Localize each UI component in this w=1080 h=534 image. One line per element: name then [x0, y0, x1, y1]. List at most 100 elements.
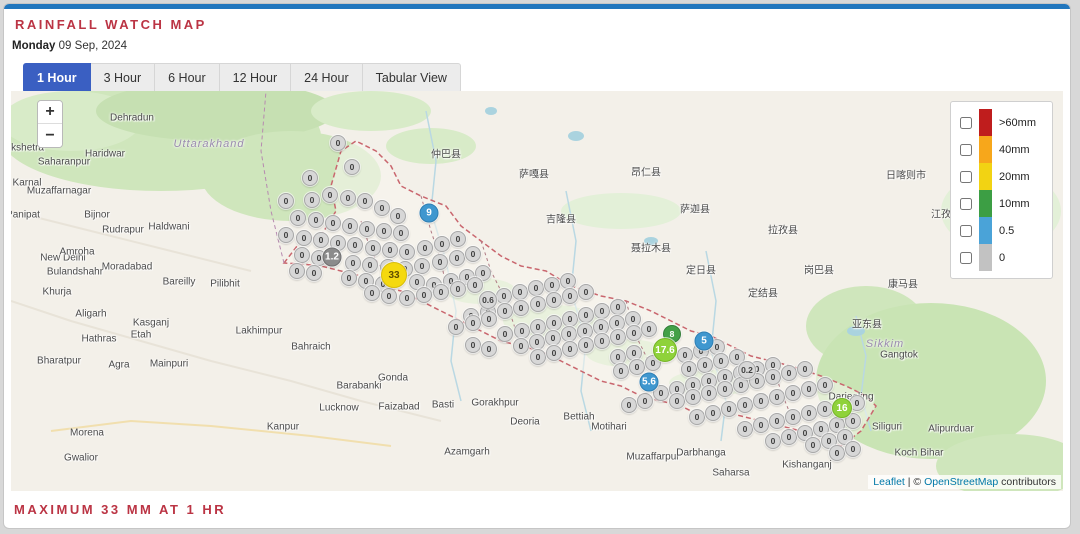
legend-checkbox-20mm[interactable] [960, 171, 972, 183]
rain-station-marker[interactable]: 0 [342, 218, 358, 234]
rain-station-marker[interactable]: 0 [362, 257, 378, 273]
rain-station-marker[interactable]: 0 [434, 236, 450, 252]
rain-station-marker[interactable]: 0 [626, 325, 642, 341]
leaflet-link[interactable]: Leaflet [873, 476, 905, 488]
rain-station-marker[interactable]: 0 [817, 401, 833, 417]
rain-station-marker[interactable]: 0 [340, 190, 356, 206]
rain-station-marker[interactable]: 0 [416, 287, 432, 303]
rain-station-marker[interactable]: 0 [382, 242, 398, 258]
rain-station-marker[interactable]: 0 [449, 250, 465, 266]
rain-station-marker[interactable]: 0 [448, 319, 464, 335]
rain-station-marker[interactable]: 0 [365, 240, 381, 256]
rain-station-marker[interactable]: 0 [325, 215, 341, 231]
rain-station-marker[interactable]: 0 [637, 393, 653, 409]
rain-station-marker[interactable]: 0 [393, 225, 409, 241]
rain-station-marker[interactable]: 0 [513, 338, 529, 354]
tab-24-hour[interactable]: 24 Hour [291, 63, 362, 93]
rain-station-marker[interactable]: 0 [344, 159, 360, 175]
rain-station-marker[interactable]: 0 [514, 323, 530, 339]
rain-station-marker[interactable]: 0 [785, 409, 801, 425]
rain-station-marker[interactable]: 0 [432, 254, 448, 270]
rain-station-marker[interactable]: 0 [289, 263, 305, 279]
rain-station-marker[interactable]: 0 [641, 321, 657, 337]
rain-station-marker[interactable]: 0 [733, 377, 749, 393]
rain-station-marker[interactable]: 0 [467, 277, 483, 293]
legend-checkbox-0[interactable] [960, 252, 972, 264]
rain-station-marker[interactable]: 0 [497, 326, 513, 342]
rain-station-marker[interactable]: 0 [697, 357, 713, 373]
rain-station-marker[interactable]: 0 [753, 393, 769, 409]
rain-station-marker[interactable]: 0 [717, 381, 733, 397]
rain-station-marker[interactable]: 0 [306, 265, 322, 281]
rain-station-marker[interactable]: 0 [359, 221, 375, 237]
rain-station-marker[interactable]: 0 [561, 326, 577, 342]
rain-station-marker[interactable]: 0 [390, 208, 406, 224]
rain-station-marker[interactable]: 0 [594, 333, 610, 349]
rain-station-marker[interactable]: 0 [530, 349, 546, 365]
rain-station-marker[interactable]: 0 [433, 284, 449, 300]
rain-station-marker[interactable]: 0 [829, 445, 845, 461]
tab-1-hour[interactable]: 1 Hour [23, 63, 91, 93]
rain-station-marker[interactable]: 0 [610, 299, 626, 315]
rain-station-marker[interactable]: 0 [481, 341, 497, 357]
rain-station-marker[interactable]: 0 [578, 307, 594, 323]
rain-station-marker[interactable]: 0 [629, 359, 645, 375]
rain-station-marker[interactable]: 0 [594, 303, 610, 319]
openstreetmap-link[interactable]: OpenStreetMap [924, 476, 998, 488]
rain-station-marker[interactable]: 0 [546, 345, 562, 361]
rain-station-marker[interactable]: 0 [701, 385, 717, 401]
rain-station-marker[interactable]: 0 [805, 437, 821, 453]
rain-station-marker[interactable]: 0 [797, 361, 813, 377]
rain-station-marker[interactable]: 0 [529, 334, 545, 350]
rain-station-marker[interactable]: 0 [414, 258, 430, 274]
rain-station-marker[interactable]: 0 [465, 246, 481, 262]
rain-station-marker[interactable]: 0 [347, 237, 363, 253]
rain-station-marker[interactable]: 0 [689, 409, 705, 425]
rain-station-marker[interactable]: 0 [450, 231, 466, 247]
rain-station-marker[interactable]: 0 [705, 405, 721, 421]
rain-station-marker[interactable]: 0 [528, 280, 544, 296]
rain-station-marker[interactable]: 0 [737, 397, 753, 413]
rain-station-marker[interactable]: 0 [610, 329, 626, 345]
rain-station-marker[interactable]: 0 [399, 244, 415, 260]
rain-station-marker[interactable]: 0 [530, 319, 546, 335]
rain-station-marker[interactable]: 0 [753, 417, 769, 433]
rain-station-marker[interactable]: 0 [765, 369, 781, 385]
rain-station-marker[interactable]: 0 [562, 341, 578, 357]
rain-station-marker[interactable]: 0 [817, 377, 833, 393]
legend-checkbox-10mm[interactable] [960, 198, 972, 210]
tab-12-hour[interactable]: 12 Hour [220, 63, 291, 93]
rain-station-marker[interactable]: 0.6 [479, 291, 497, 309]
rain-station-marker[interactable]: 0 [769, 413, 785, 429]
rainfall-map[interactable]: DehradunKurukshetraHaridwarSaharanpurMuz… [11, 91, 1063, 491]
rain-station-marker[interactable]: 0 [465, 315, 481, 331]
legend-checkbox-0-5[interactable] [960, 225, 972, 237]
rain-station-marker[interactable]: 0 [613, 363, 629, 379]
rain-station-marker[interactable]: 0 [769, 389, 785, 405]
rain-station-marker[interactable]: 5 [695, 332, 714, 351]
rain-station-marker[interactable]: 0 [685, 389, 701, 405]
rain-station-marker[interactable]: 5.6 [640, 373, 659, 392]
rain-station-marker[interactable]: 0 [450, 281, 466, 297]
rain-station-marker[interactable]: 0 [737, 421, 753, 437]
rain-station-marker[interactable]: 0 [530, 296, 546, 312]
rain-station-marker[interactable]: 0 [399, 290, 415, 306]
rain-station-marker[interactable]: 0 [481, 311, 497, 327]
rain-station-marker[interactable]: 0 [278, 193, 294, 209]
rain-station-marker[interactable]: 16 [832, 398, 852, 418]
rain-station-marker[interactable]: 0 [669, 393, 685, 409]
rain-station-marker[interactable]: 0 [376, 223, 392, 239]
rain-station-marker[interactable]: 0 [781, 365, 797, 381]
zoom-out-button[interactable]: − [38, 124, 62, 147]
rain-station-marker[interactable]: 0 [681, 361, 697, 377]
rain-station-marker[interactable]: 0 [296, 230, 312, 246]
rain-station-marker[interactable]: 0 [562, 311, 578, 327]
rain-station-marker[interactable]: 0 [357, 193, 373, 209]
rain-station-marker[interactable]: 0 [713, 353, 729, 369]
rain-station-marker[interactable]: 17.6 [653, 338, 677, 362]
rain-station-marker[interactable]: 0 [465, 337, 481, 353]
rain-station-marker[interactable]: 0 [845, 441, 861, 457]
zoom-in-button[interactable]: + [38, 101, 62, 124]
rain-station-marker[interactable]: 0 [578, 337, 594, 353]
rain-station-marker[interactable]: 0 [374, 200, 390, 216]
